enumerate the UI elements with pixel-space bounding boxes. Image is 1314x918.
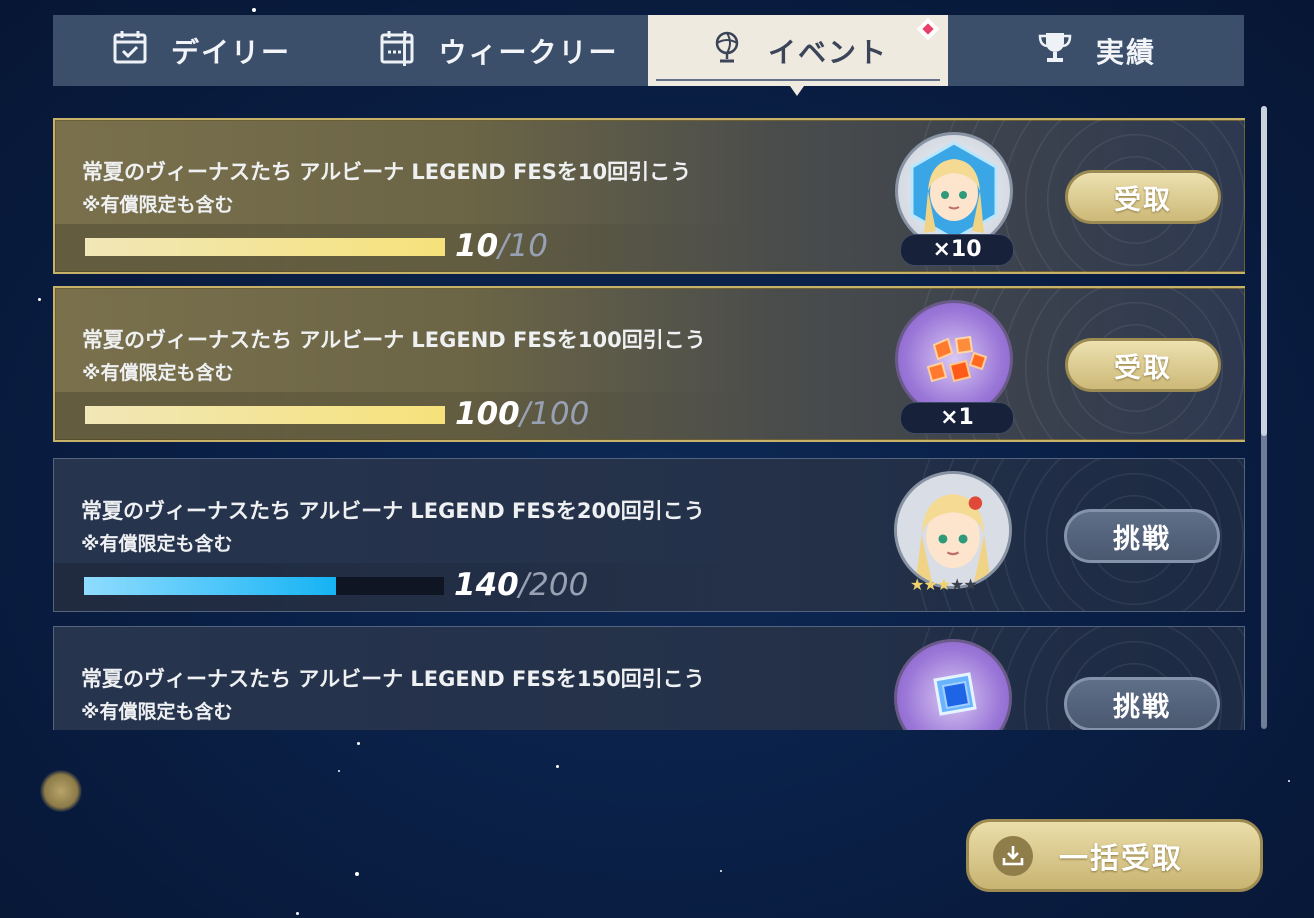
- progress-bar: [85, 238, 445, 256]
- progress-current: 140: [454, 567, 519, 603]
- trophy-icon: [1036, 28, 1074, 73]
- quest-title: 常夏のヴィーナスたち アルビーナ LEGEND FESを10回引こう: [82, 160, 692, 184]
- progress-count: 100/100: [455, 396, 589, 432]
- rarity-stars: ★★★★★: [910, 575, 978, 594]
- progress-current: 100: [455, 396, 520, 432]
- quest-title: 常夏のヴィーナスたち アルビーナ LEGEND FESを200回引こう: [81, 499, 705, 523]
- challenge-button[interactable]: 挑戦: [1064, 509, 1220, 563]
- star-filled-icon: ★: [910, 575, 924, 594]
- tab-daily-label: デイリー: [170, 35, 291, 69]
- calendar-week-icon: [378, 28, 416, 73]
- star-empty-icon: ★: [963, 575, 977, 594]
- star-empty-icon: ★: [950, 575, 964, 594]
- tab-event-label: イベント: [767, 35, 888, 69]
- progress-bar-fill: [85, 406, 445, 424]
- tab-divider: [403, 37, 406, 66]
- quest-note: ※有償限定も含む: [81, 701, 233, 723]
- tab-weekly[interactable]: ウィークリー: [349, 15, 648, 86]
- reward-icon[interactable]: [895, 300, 1013, 418]
- reward-icon[interactable]: [895, 132, 1013, 250]
- tab-achievements[interactable]: 実績: [948, 15, 1244, 86]
- progress-current: 10: [455, 228, 499, 264]
- download-tray-icon: [993, 835, 1033, 876]
- progress-count: 140/200: [454, 567, 588, 603]
- tab-daily[interactable]: デイリー: [53, 15, 349, 86]
- active-tab-pointer: [790, 86, 804, 96]
- new-badge-icon: [916, 17, 940, 41]
- quest-list[interactable]: 常夏のヴィーナスたち アルビーナ LEGEND FESを10回引こう ※有償限定…: [53, 118, 1245, 730]
- reward-quantity: ×10: [900, 234, 1014, 266]
- quest-title: 常夏のヴィーナスたち アルビーナ LEGEND FESを100回引こう: [82, 328, 706, 352]
- globe-trophy-icon: [708, 28, 746, 73]
- bulk-claim-label: 一括受取: [1059, 840, 1184, 875]
- quest-note: ※有償限定も含む: [81, 533, 233, 555]
- tab-bar: デイリー ウィークリー イベント 実績: [53, 15, 1244, 86]
- reward-icon[interactable]: [894, 471, 1012, 589]
- progress-total: /10: [498, 228, 549, 264]
- quest-title: 常夏のヴィーナスたち アルビーナ LEGEND FESを150回引こう: [81, 667, 705, 691]
- star-filled-icon: ★: [936, 575, 951, 594]
- progress-bar: [84, 577, 444, 595]
- progress-total: /100: [519, 396, 590, 432]
- blue-cube-icon: [933, 672, 977, 716]
- quest-card: 常夏のヴィーナスたち アルビーナ LEGEND FESを200回引こう ※有償限…: [53, 458, 1245, 612]
- quest-card: 常夏のヴィーナスたち アルビーナ LEGEND FESを100回引こう ※有償限…: [53, 286, 1245, 442]
- reward-quantity: ×1: [900, 402, 1014, 434]
- character-portrait-icon: [897, 474, 1009, 586]
- star-filled-icon: ★: [923, 575, 937, 594]
- quest-card: 常夏のヴィーナスたち アルビーナ LEGEND FESを150回引こう ※有償限…: [53, 626, 1245, 730]
- tab-weekly-label: ウィークリー: [438, 35, 619, 69]
- quest-note: ※有償限定も含む: [82, 194, 234, 216]
- progress-bar: [85, 406, 445, 424]
- quest-note: ※有償限定も含む: [82, 362, 234, 384]
- tab-achievements-label: 実績: [1095, 35, 1156, 69]
- progress-bar-fill: [85, 238, 445, 256]
- claim-button[interactable]: 受取: [1065, 338, 1221, 392]
- calendar-check-icon: [111, 28, 149, 73]
- quest-card: 常夏のヴィーナスたち アルビーナ LEGEND FESを10回引こう ※有償限定…: [53, 118, 1245, 274]
- challenge-button[interactable]: 挑戦: [1064, 677, 1220, 730]
- orange-crystals-icon: [926, 335, 988, 383]
- tab-event[interactable]: イベント: [648, 15, 948, 86]
- scrollbar-thumb[interactable]: [1261, 106, 1267, 436]
- character-portrait-icon: [910, 141, 998, 241]
- progress-bar-fill: [84, 577, 336, 595]
- claim-button[interactable]: 受取: [1065, 170, 1221, 224]
- bulk-claim-button[interactable]: 一括受取: [966, 819, 1263, 892]
- progress-total: /200: [518, 567, 589, 603]
- progress-count: 10/10: [455, 228, 548, 264]
